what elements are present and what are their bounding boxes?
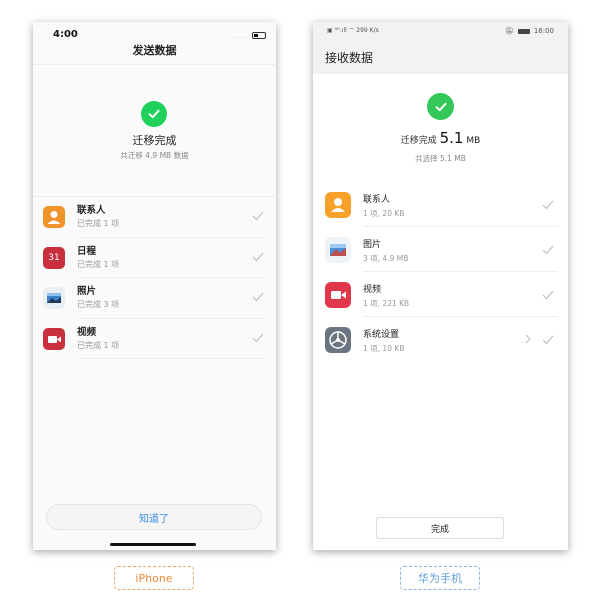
item-name: 联系人 [77,205,106,216]
iphone-screen: 4:00 .... 发送数据 迁移完成 共迁移 4.9 MB 数据 联系人 已完… [33,22,276,550]
battery-icon [252,32,266,39]
status-indicators: ▣ ⁴ᴳ.ıll ⌔ 299 K/s [327,27,379,34]
list-item[interactable]: 联系人 1 项, 20 KB [313,182,568,227]
checkmark-icon [252,211,264,221]
item-name: 视频 [363,285,382,295]
item-meta: 1 项, 221 KB [363,299,410,308]
signal-icon: .... [234,33,246,40]
home-indicator[interactable] [110,543,196,546]
item-meta: 1 项, 10 KB [363,344,405,353]
caption-iphone: iPhone [114,566,194,590]
checkmark-icon [542,245,554,255]
status-bar: 4:00 .... [33,22,276,44]
contacts-icon [43,206,65,228]
item-name: 视频 [77,326,97,338]
item-name: 照片 [77,286,97,297]
status-time: 4:00 [53,29,78,40]
item-meta: 3 项, 4.9 MB [363,254,409,263]
item-name: 联系人 [363,195,391,205]
calendar-date: 31 [48,252,60,263]
checkmark-icon [252,333,264,342]
page-title: 接收数据 [325,51,374,65]
result-size: 5.1 [439,129,464,147]
result-subtitle: 共迁移 4.9 MB 数据 [120,151,189,160]
checkmark-icon [252,292,264,302]
status-time: 16:00 [533,27,554,35]
battery-icon [517,28,530,34]
divider [33,64,276,65]
gallery-icon [325,237,351,263]
caption-huawei: 华为手机 [400,566,480,590]
result-title: 迁移完成 [132,134,177,147]
chevron-right-icon[interactable] [524,334,532,344]
item-name: 图片 [363,240,382,250]
app-header: ▣ ⁴ᴳ.ıll ⌔ 299 K/s 🔕︎ 16:00 接收数据 [313,22,568,74]
result-prefix: 迁移完成 [400,136,437,146]
item-status: 已完成 1 项 [77,340,120,350]
result-subtitle: 共选择 5.1 MB [415,154,466,163]
contacts-icon [325,192,351,218]
done-button[interactable]: 完成 [376,517,504,539]
video-icon [325,282,351,308]
status-right: 🔕︎ 16:00 [505,27,554,35]
result-unit: MB [466,136,481,146]
checkmark-icon [542,290,554,300]
checkmark-icon [542,335,554,345]
success-check-icon [427,93,454,120]
video-icon [43,327,65,350]
list-item: 联系人 已完成 1 项 [33,197,276,238]
checkmark-icon [542,200,554,210]
received-items-list: 联系人 1 项, 20 KB 图片 3 项, 4.9 MB 视频 1 项, 22… [313,182,568,362]
item-name: 系统设置 [363,330,400,340]
item-status: 已完成 1 项 [77,259,120,269]
list-item[interactable]: 视频 1 项, 221 KB [313,272,568,317]
list-item: 视频 已完成 1 项 [33,319,276,359]
calendar-icon: 31 [43,246,65,269]
list-item: 照片 已完成 3 项 [33,278,276,319]
photos-icon [43,287,65,309]
success-check-icon [141,101,167,127]
item-status: 已完成 1 项 [77,219,120,228]
page-title: 发送数据 [132,44,177,57]
got-it-button[interactable]: 知道了 [46,504,262,530]
item-name: 日程 [77,245,97,257]
list-item: 31 日程 已完成 1 项 [33,238,276,278]
list-item[interactable]: 图片 3 项, 4.9 MB [313,227,568,272]
divider [77,358,266,359]
item-status: 已完成 3 项 [77,300,120,309]
checkmark-icon [252,252,264,261]
settings-icon [325,327,351,353]
mute-icon: 🔕︎ [504,27,514,35]
result-title: 迁移完成 5.1 MB [313,129,568,147]
huawei-screen: ▣ ⁴ᴳ.ıll ⌔ 299 K/s 🔕︎ 16:00 接收数据 迁移完成 5.… [313,22,568,550]
list-item[interactable]: 系统设置 1 项, 10 KB [313,317,568,362]
migrated-items-list: 联系人 已完成 1 项 31 日程 已完成 1 项 照片 已完成 3 项 视频 … [33,196,276,359]
item-meta: 1 项, 20 KB [363,209,405,218]
